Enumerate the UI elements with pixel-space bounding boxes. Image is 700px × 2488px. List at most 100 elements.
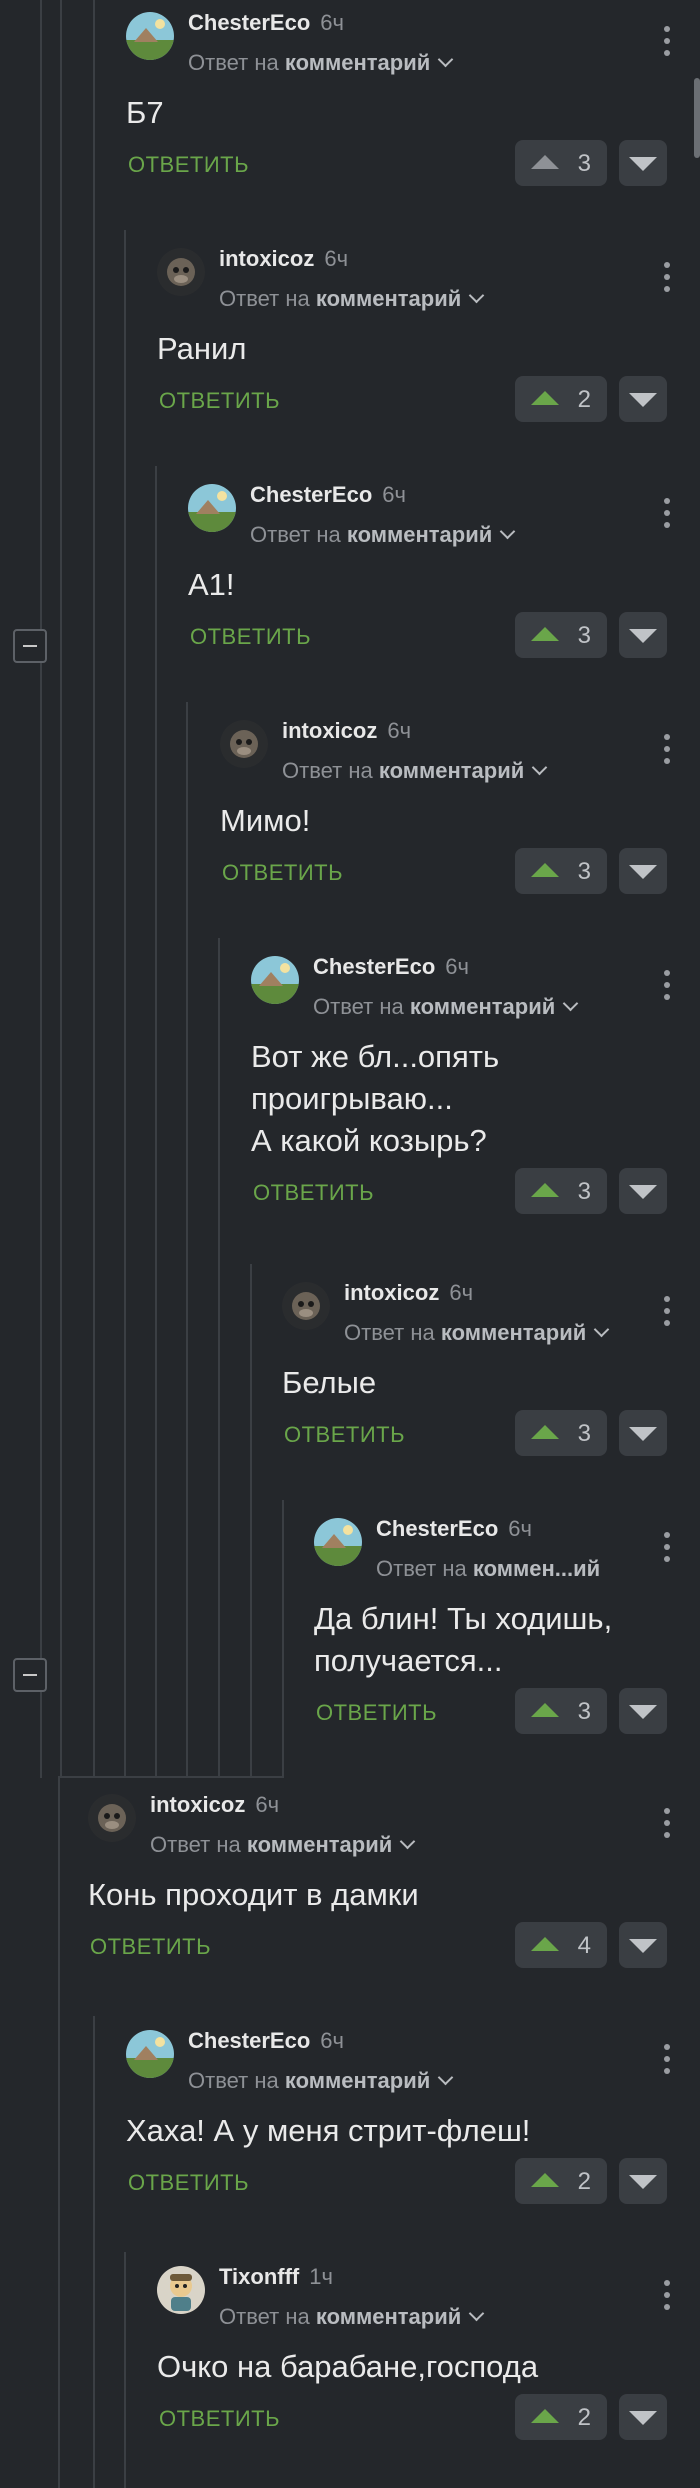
downvote-button[interactable] bbox=[619, 376, 667, 422]
upvote-button[interactable]: 2 bbox=[515, 376, 607, 422]
comment: intoxicoz 6ч Ответ на комментарий Мимо! О… bbox=[220, 708, 700, 898]
cartoon-avatar[interactable] bbox=[157, 2266, 205, 2314]
author-name[interactable]: ChesterEco 6ч bbox=[188, 2028, 344, 2054]
comment-text: Да блин! Ты ходишь, получается... bbox=[314, 1601, 613, 1678]
author-name[interactable]: intoxicoz 6ч bbox=[282, 718, 411, 744]
reply-to-link[interactable]: Ответ на комментарий bbox=[219, 286, 485, 312]
author-name[interactable]: ChesterEco 6ч bbox=[376, 1516, 532, 1542]
reply-to-link[interactable]: Ответ на комментарий bbox=[313, 994, 579, 1020]
downvote-button[interactable] bbox=[619, 1410, 667, 1456]
reply-to-link[interactable]: Ответ на комментарий bbox=[219, 2304, 485, 2330]
thread-line[interactable] bbox=[124, 2252, 126, 2488]
comment-text: Белые bbox=[282, 1365, 377, 1400]
downvote-button[interactable] bbox=[619, 1922, 667, 1968]
collapse-thread-button[interactable] bbox=[13, 1658, 47, 1692]
thread-line[interactable] bbox=[186, 702, 188, 1778]
reply-to-link[interactable]: Ответ на комментарий bbox=[150, 1832, 416, 1858]
more-options-icon[interactable] bbox=[664, 970, 670, 1006]
arrow-up-icon bbox=[531, 2173, 559, 2187]
upvote-button[interactable]: 2 bbox=[515, 2394, 607, 2440]
chevron-down-icon bbox=[469, 287, 485, 304]
reply-button[interactable]: ОТВЕТИТЬ bbox=[128, 2170, 249, 2196]
chevron-down-icon bbox=[594, 1321, 610, 1338]
upvote-button[interactable]: 3 bbox=[515, 1410, 607, 1456]
reply-button[interactable]: ОТВЕТИТЬ bbox=[222, 860, 343, 886]
downvote-button[interactable] bbox=[619, 612, 667, 658]
more-options-icon[interactable] bbox=[664, 498, 670, 534]
landscape-avatar[interactable] bbox=[314, 1518, 362, 1566]
thread-line[interactable] bbox=[60, 0, 62, 1778]
thread-line[interactable] bbox=[218, 938, 220, 1778]
chevron-down-icon bbox=[400, 1833, 416, 1850]
reply-to-link[interactable]: Ответ на коммен...ий bbox=[376, 1556, 600, 1582]
more-options-icon[interactable] bbox=[664, 734, 670, 770]
reply-button[interactable]: ОТВЕТИТЬ bbox=[190, 624, 311, 650]
thread-line[interactable] bbox=[93, 2016, 95, 2488]
downvote-button[interactable] bbox=[619, 1688, 667, 1734]
upvote-button[interactable]: 3 bbox=[515, 1688, 607, 1734]
downvote-button[interactable] bbox=[619, 140, 667, 186]
comment-time: 6ч bbox=[320, 10, 344, 35]
arrow-up-icon bbox=[531, 863, 559, 877]
rating-count: 2 bbox=[577, 386, 591, 413]
author-name[interactable]: intoxicoz 6ч bbox=[219, 246, 348, 272]
more-options-icon[interactable] bbox=[664, 1296, 670, 1332]
more-options-icon[interactable] bbox=[664, 2280, 670, 2316]
monkey-avatar[interactable] bbox=[88, 1794, 136, 1842]
author-name[interactable]: Tixonfff 1ч bbox=[219, 2264, 333, 2290]
upvote-button[interactable]: 3 bbox=[515, 848, 607, 894]
more-options-icon[interactable] bbox=[664, 1532, 670, 1568]
author-name[interactable]: ChesterEco 6ч bbox=[250, 482, 406, 508]
comment-time: 6ч bbox=[255, 1792, 280, 1817]
monkey-avatar[interactable] bbox=[157, 248, 205, 296]
author-name[interactable]: ChesterEco 6ч bbox=[188, 10, 344, 36]
landscape-avatar[interactable] bbox=[126, 2030, 174, 2078]
thread-line[interactable] bbox=[93, 0, 95, 1778]
arrow-up-icon bbox=[531, 155, 559, 169]
reply-button[interactable]: ОТВЕТИТЬ bbox=[253, 1180, 374, 1206]
reply-button[interactable]: ОТВЕТИТЬ bbox=[159, 388, 280, 414]
reply-button[interactable]: ОТВЕТИТЬ bbox=[316, 1700, 437, 1726]
thread-line[interactable] bbox=[40, 0, 42, 1778]
reply-to-link[interactable]: Ответ на комментарий bbox=[344, 1320, 610, 1346]
reply-to-link[interactable]: Ответ на комментарий bbox=[188, 2068, 454, 2094]
downvote-button[interactable] bbox=[619, 2394, 667, 2440]
upvote-button[interactable]: 4 bbox=[515, 1922, 607, 1968]
author-name[interactable]: intoxicoz 6ч bbox=[344, 1280, 473, 1306]
comment-text: Конь проходит в дамки bbox=[88, 1877, 419, 1912]
reply-button[interactable]: ОТВЕТИТЬ bbox=[128, 152, 249, 178]
upvote-button[interactable]: 3 bbox=[515, 612, 607, 658]
more-options-icon[interactable] bbox=[664, 262, 670, 298]
thread-line[interactable] bbox=[250, 1264, 252, 1778]
reply-to-link[interactable]: Ответ на комментарий bbox=[250, 522, 516, 548]
landscape-avatar[interactable] bbox=[126, 12, 174, 60]
more-options-icon[interactable] bbox=[664, 2044, 670, 2080]
collapse-thread-button[interactable] bbox=[13, 629, 47, 663]
reply-to-link[interactable]: Ответ на комментарий bbox=[282, 758, 548, 784]
downvote-button[interactable] bbox=[619, 1168, 667, 1214]
landscape-avatar[interactable] bbox=[251, 956, 299, 1004]
downvote-button[interactable] bbox=[619, 848, 667, 894]
downvote-button[interactable] bbox=[619, 2158, 667, 2204]
reply-button[interactable]: ОТВЕТИТЬ bbox=[90, 1934, 211, 1960]
monkey-avatar[interactable] bbox=[282, 1282, 330, 1330]
landscape-avatar[interactable] bbox=[188, 484, 236, 532]
reply-button[interactable]: ОТВЕТИТЬ bbox=[159, 2406, 280, 2432]
more-options-icon[interactable] bbox=[664, 1808, 670, 1844]
comment: Tixonfff 1ч Ответ на комментарий Очко на … bbox=[157, 2254, 700, 2444]
reply-to-link[interactable]: Ответ на комментарий bbox=[188, 50, 454, 76]
thread-line[interactable] bbox=[155, 466, 157, 1778]
upvote-button[interactable]: 2 bbox=[515, 2158, 607, 2204]
author-name[interactable]: intoxicoz 6ч bbox=[150, 1792, 279, 1818]
rating-count: 2 bbox=[577, 2404, 591, 2431]
thread-line[interactable] bbox=[124, 230, 126, 1778]
comment: ChesterEco 6ч Ответ на комментарий Б7 ОТВ… bbox=[126, 0, 700, 190]
thread-line[interactable] bbox=[282, 1500, 284, 1778]
author-name[interactable]: ChesterEco 6ч bbox=[313, 954, 469, 980]
reply-button[interactable]: ОТВЕТИТЬ bbox=[284, 1422, 405, 1448]
more-options-icon[interactable] bbox=[664, 26, 670, 62]
monkey-avatar[interactable] bbox=[220, 720, 268, 768]
thread-line[interactable] bbox=[58, 1776, 60, 2488]
upvote-button[interactable]: 3 bbox=[515, 1168, 607, 1214]
upvote-button[interactable]: 3 bbox=[515, 140, 607, 186]
